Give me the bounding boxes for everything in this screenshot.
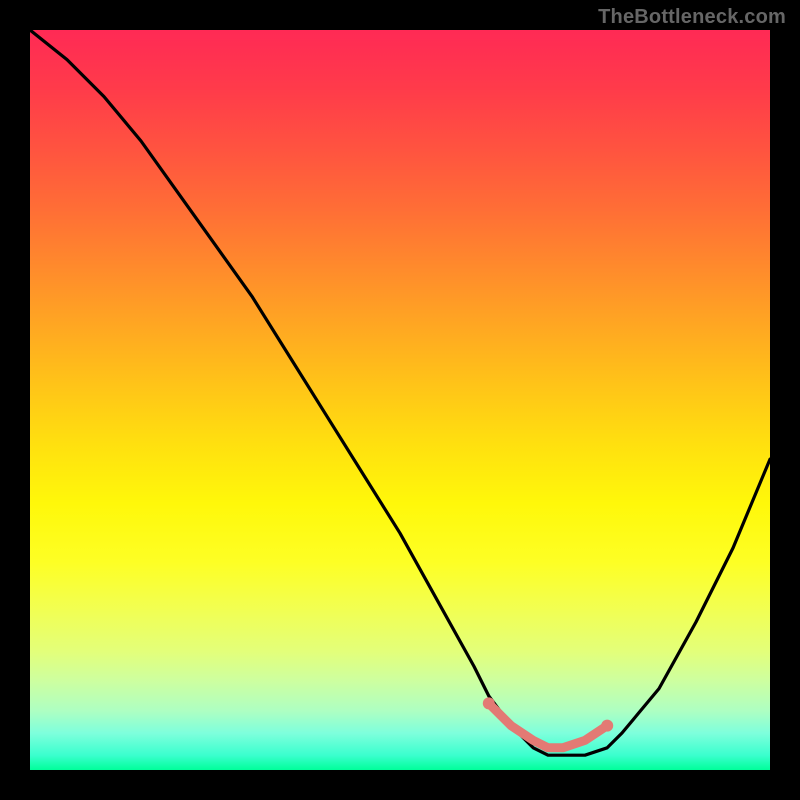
watermark-text: TheBottleneck.com: [598, 6, 786, 29]
plot-area: [30, 30, 770, 770]
optimal-band-start-dot: [483, 697, 495, 709]
optimal-band-end-dot: [601, 720, 613, 732]
bottleneck-curve: [30, 30, 770, 755]
chart-container: TheBottleneck.com: [0, 0, 800, 800]
optimal-band: [489, 703, 607, 747]
bottleneck-curve-svg: [30, 30, 770, 770]
